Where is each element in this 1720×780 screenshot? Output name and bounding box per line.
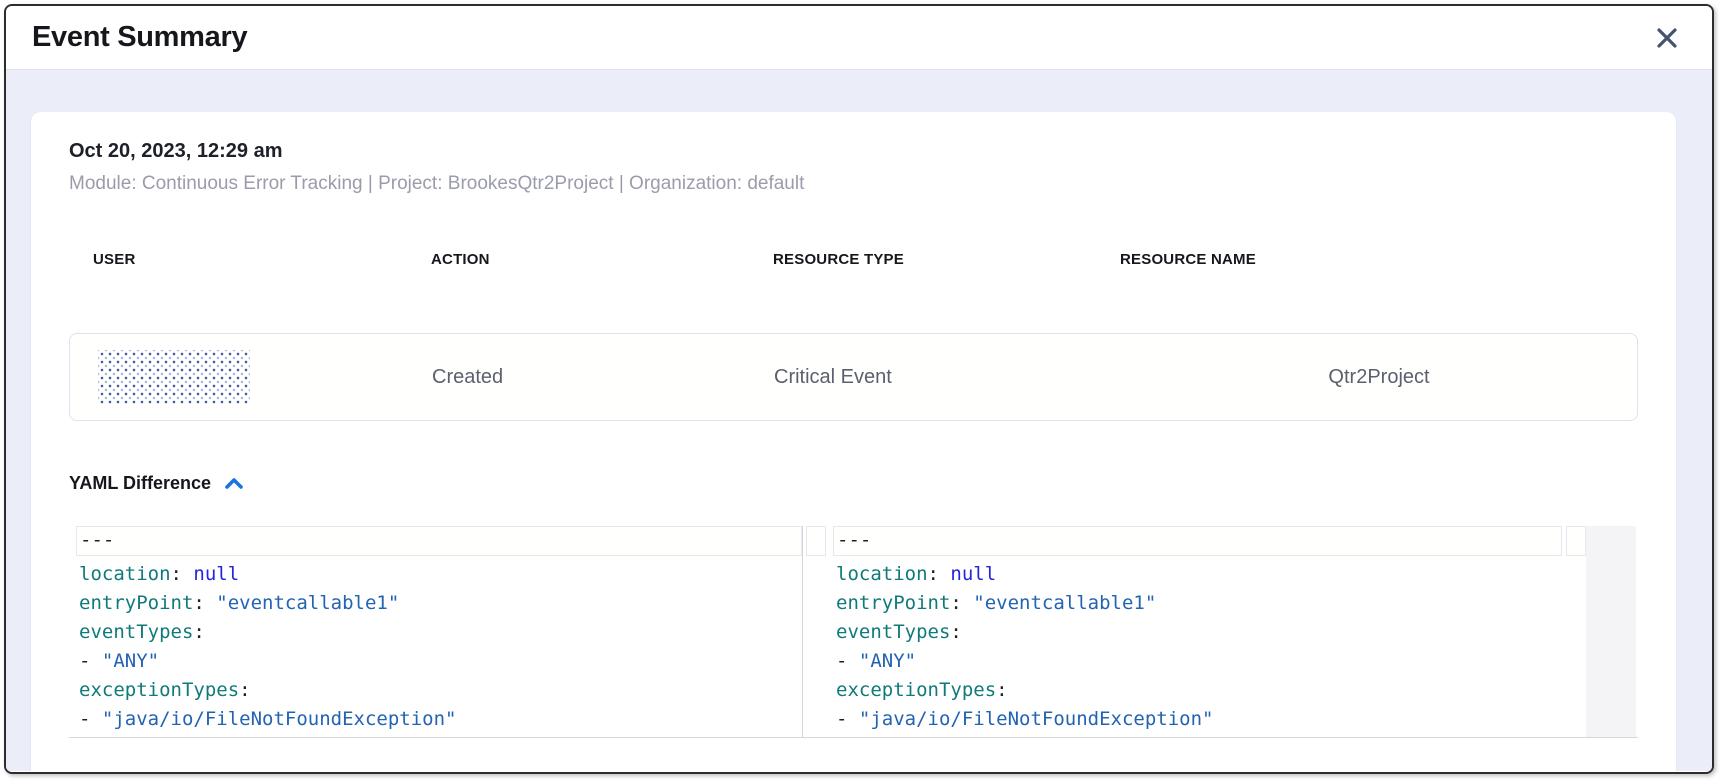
dialog-body: Oct 20, 2023, 12:29 am Module: Continuou… [6, 70, 1712, 771]
action-cell: Created [432, 366, 774, 389]
close-icon [1656, 27, 1678, 49]
pane-scrollbar-corner[interactable] [1566, 526, 1586, 556]
yaml-line: - "ANY" [76, 647, 826, 676]
yaml-line: - "java/io/FileNotFoundException" [833, 705, 1586, 734]
pane-divider-line [802, 526, 803, 737]
yaml-doc-separator-row: --- [76, 526, 802, 556]
yaml-line: entryPoint: "eventcallable1" [833, 589, 1586, 618]
yaml-line: entryPoint: "eventcallable1" [76, 589, 826, 618]
close-button[interactable] [1650, 21, 1684, 55]
yaml-line: exceptionTypes: [76, 676, 826, 705]
column-header-resource-type: RESOURCE TYPE [773, 251, 1120, 268]
yaml-line: - "ANY" [833, 647, 1586, 676]
yaml-line: location: null [833, 560, 1586, 589]
pane-body: location: nullentryPoint: "eventcallable… [76, 556, 826, 734]
yaml-diff-pane-right[interactable]: --- location: nullentryPoint: "eventcall… [833, 526, 1586, 737]
audit-table-header: USER ACTION RESOURCE TYPE RESOURCE NAME [69, 251, 1638, 268]
redacted-user-avatar [98, 350, 250, 404]
resource-type-cell: Critical Event [774, 366, 1121, 389]
column-header-action: ACTION [431, 251, 773, 268]
yaml-line: eventTypes: [76, 618, 826, 647]
yaml-line: - "java/io/FileNotFoundException" [76, 705, 826, 734]
yaml-doc-separator-row: --- [833, 526, 1562, 556]
resource-name-cell: Qtr2Project [1328, 366, 1429, 389]
yaml-diff-view: --- location: nullentryPoint: "eventcall… [69, 526, 1638, 738]
audit-table-row: Created Critical Event Qtr2Project [69, 333, 1638, 421]
dialog-title: Event Summary [32, 21, 1650, 54]
pane-scrollbar-track[interactable] [1586, 526, 1636, 737]
yaml-line: eventTypes: [833, 618, 1586, 647]
column-header-resource-name: RESOURCE NAME [1120, 251, 1638, 268]
yaml-difference-label: YAML Difference [69, 473, 211, 494]
yaml-line: exceptionTypes: [833, 676, 1586, 705]
dialog-header: Event Summary [6, 6, 1712, 70]
chevron-up-icon[interactable] [223, 475, 245, 493]
yaml-line: location: null [76, 560, 826, 589]
user-cell [70, 350, 432, 404]
event-meta: Module: Continuous Error Tracking | Proj… [69, 173, 1638, 195]
pane-scrollbar-corner[interactable] [806, 526, 826, 556]
pane-body: location: nullentryPoint: "eventcallable… [833, 556, 1586, 734]
yaml-difference-toggle[interactable]: YAML Difference [69, 473, 1638, 494]
event-timestamp: Oct 20, 2023, 12:29 am [69, 140, 1638, 163]
event-summary-dialog: Event Summary Oct 20, 2023, 12:29 am Mod… [4, 4, 1714, 774]
column-header-user: USER [69, 251, 431, 268]
event-card: Oct 20, 2023, 12:29 am Module: Continuou… [31, 112, 1676, 771]
yaml-diff-pane-left[interactable]: --- location: nullentryPoint: "eventcall… [76, 526, 826, 737]
